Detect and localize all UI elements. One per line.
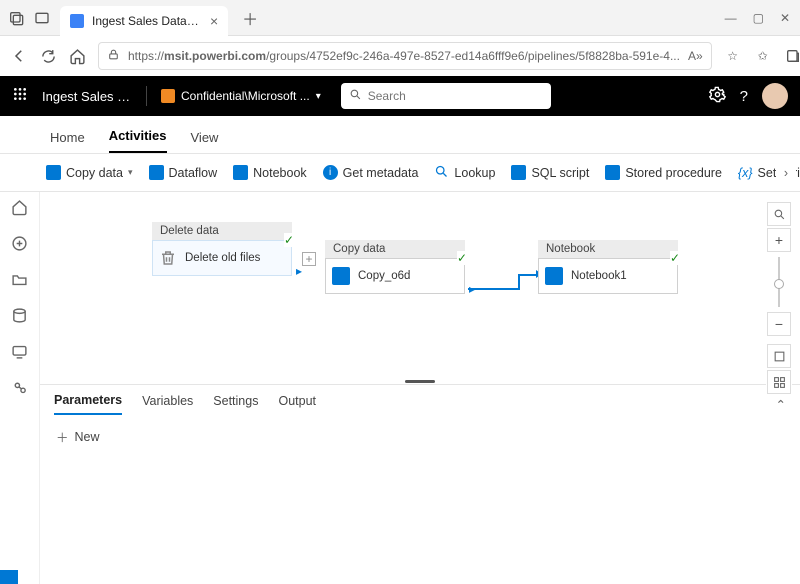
sproc-icon: [605, 165, 620, 180]
slider-knob[interactable]: [774, 279, 784, 289]
tab-home[interactable]: Home: [50, 130, 85, 153]
pipeline-title[interactable]: Ingest Sales D...: [42, 89, 132, 104]
settings-icon[interactable]: [709, 86, 726, 106]
tabs-overview-icon[interactable]: [8, 10, 24, 26]
nav-home-icon[interactable]: [11, 198, 29, 216]
lookup-icon: [434, 164, 449, 182]
checkmark-icon: ✓: [670, 251, 680, 265]
tool-copy-data[interactable]: Copy data ▾: [46, 165, 133, 180]
add-activity-port[interactable]: +: [302, 252, 316, 266]
tool-lookup[interactable]: Lookup: [434, 164, 495, 182]
zoom-search-icon[interactable]: [767, 202, 791, 226]
panel-tab-settings[interactable]: Settings: [213, 394, 258, 414]
activities-toolbar: Copy data ▾ Dataflow Notebook i Get meta…: [0, 154, 800, 192]
dataflow-icon: [149, 165, 164, 180]
new-parameter-button[interactable]: ＋ New: [56, 427, 784, 446]
variable-icon: {x}: [738, 166, 753, 180]
grip-icon: [405, 380, 435, 383]
tab-favicon-icon: [70, 14, 84, 28]
favorite-icon[interactable]: ☆: [724, 47, 742, 65]
trash-icon: [159, 249, 177, 267]
checkmark-icon: ✓: [284, 233, 294, 247]
copy-data-icon: [46, 165, 61, 180]
node-header: Delete data: [152, 222, 292, 240]
workspaces-icon[interactable]: [34, 10, 50, 26]
lock-icon: [107, 48, 120, 64]
connector: [518, 274, 520, 290]
zoom-out-button[interactable]: −: [767, 312, 791, 336]
activity-copy-data[interactable]: Copy data Copy_o6d ✓ ▸: [325, 240, 465, 294]
url-input[interactable]: https://msit.powerbi.com/groups/4752ef9c…: [98, 42, 712, 70]
notebook-activity-icon: [545, 267, 563, 285]
panel-tab-output[interactable]: Output: [278, 394, 316, 414]
bottom-panel: Parameters Variables Settings Output ⌃ ＋…: [40, 384, 800, 584]
help-icon[interactable]: ?: [740, 88, 748, 105]
activity-notebook[interactable]: Notebook Notebook1 ✓: [538, 240, 678, 294]
node-header: Copy data: [325, 240, 465, 258]
pipeline-canvas[interactable]: Delete data Delete old files ✓ + ▸ Copy …: [40, 192, 800, 378]
node-header: Notebook: [538, 240, 678, 258]
search-icon: [349, 88, 362, 104]
fit-to-screen-button[interactable]: [767, 344, 791, 368]
panel-tab-parameters[interactable]: Parameters: [54, 393, 122, 415]
app-launcher-icon[interactable]: [12, 86, 28, 107]
nav-workspace-icon[interactable]: [11, 378, 29, 396]
refresh-button[interactable]: [40, 47, 57, 65]
sensitivity-label[interactable]: Confidential\Microsoft ... ▾: [161, 89, 321, 103]
zoom-slider[interactable]: [778, 257, 780, 307]
nav-monitor-icon[interactable]: [11, 342, 29, 360]
back-button[interactable]: [10, 47, 28, 65]
window-minimize-button[interactable]: —: [725, 11, 737, 25]
tool-get-metadata[interactable]: i Get metadata: [323, 165, 419, 180]
collections-icon[interactable]: [784, 47, 800, 65]
activity-delete-data[interactable]: Delete data Delete old files ✓ + ▸: [152, 222, 292, 276]
zoom-controls: + −: [766, 202, 792, 394]
output-port-icon[interactable]: ▸: [296, 264, 302, 278]
favorites-bar-icon[interactable]: ✩: [754, 47, 772, 65]
tab-title: Ingest Sales Data - Data enginee: [92, 14, 202, 28]
tab-activities[interactable]: Activities: [109, 128, 167, 153]
nav-add-icon[interactable]: [11, 234, 29, 252]
tab-view[interactable]: View: [191, 130, 219, 153]
checkmark-icon: ✓: [457, 251, 467, 265]
search-box[interactable]: [341, 83, 551, 109]
tab-close-icon[interactable]: ×: [210, 13, 218, 29]
reader-mode-icon[interactable]: A»: [688, 49, 703, 63]
toolbar-scroll-right[interactable]: ›: [776, 158, 796, 188]
tool-stored-procedure[interactable]: Stored procedure: [605, 165, 722, 180]
notebook-icon: [233, 165, 248, 180]
taskbar-marker: [0, 570, 18, 584]
app-header: Ingest Sales D... Confidential\Microsoft…: [0, 76, 800, 116]
connector: [518, 274, 538, 276]
connector: [468, 288, 520, 290]
search-input[interactable]: [368, 89, 543, 103]
shield-icon: [161, 89, 175, 103]
tool-sql-script[interactable]: SQL script: [511, 165, 589, 180]
nav-folder-icon[interactable]: [11, 270, 29, 288]
info-icon: i: [323, 165, 338, 180]
plus-icon: ＋: [56, 427, 69, 446]
sql-icon: [511, 165, 526, 180]
tool-notebook[interactable]: Notebook: [233, 165, 307, 180]
url-text: https://msit.powerbi.com/groups/4752ef9c…: [128, 49, 680, 63]
panel-collapse-icon[interactable]: ⌃: [776, 397, 786, 412]
divider: [146, 86, 147, 106]
zoom-in-button[interactable]: +: [767, 228, 791, 252]
new-tab-button[interactable]: ＋: [238, 6, 262, 30]
window-maximize-button[interactable]: ▢: [753, 11, 764, 25]
page-tabs: Home Activities View: [0, 116, 800, 154]
copy-data-activity-icon: [332, 267, 350, 285]
window-titlebar: Ingest Sales Data - Data enginee × ＋ — ▢…: [0, 0, 800, 36]
browser-tab[interactable]: Ingest Sales Data - Data enginee ×: [60, 6, 228, 36]
panel-tab-variables[interactable]: Variables: [142, 394, 193, 414]
left-nav: [0, 192, 40, 584]
user-avatar-icon[interactable]: [762, 83, 788, 109]
tool-dataflow[interactable]: Dataflow: [149, 165, 218, 180]
home-button[interactable]: [69, 47, 86, 65]
nav-data-icon[interactable]: [11, 306, 29, 324]
minimap-button[interactable]: [767, 370, 791, 394]
window-close-button[interactable]: ✕: [780, 11, 790, 25]
browser-address-bar: https://msit.powerbi.com/groups/4752ef9c…: [0, 36, 800, 76]
